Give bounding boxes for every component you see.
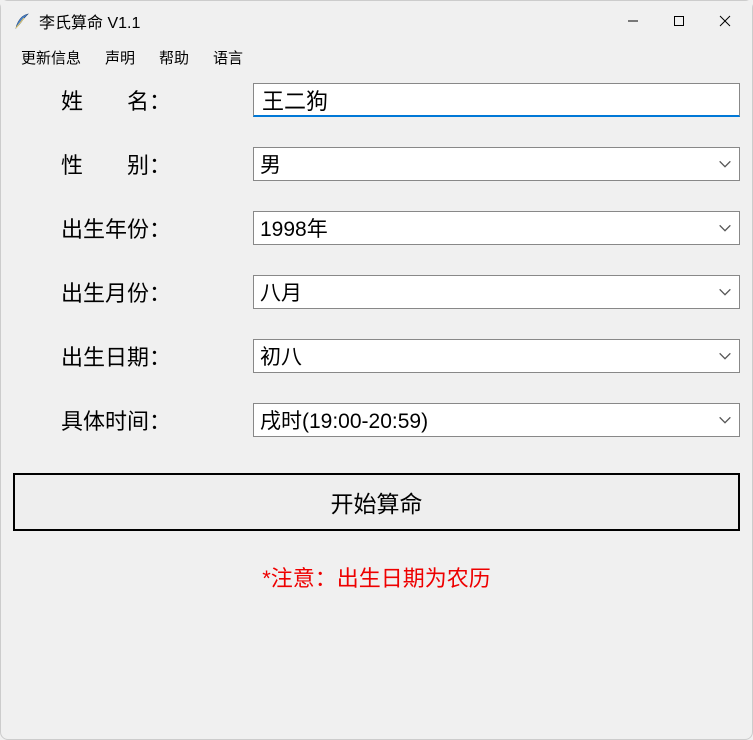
chevron-down-icon <box>717 156 733 172</box>
menu-statement[interactable]: 声明 <box>93 43 147 72</box>
row-name: 姓 名： <box>13 81 740 119</box>
chevron-down-icon <box>717 284 733 300</box>
maximize-button[interactable] <box>656 5 702 37</box>
menubar: 更新信息 声明 帮助 语言 <box>1 41 752 73</box>
row-year: 出生年份： 1998年 <box>13 209 740 247</box>
select-month-value: 八月 <box>260 277 717 307</box>
label-year: 出生年份： <box>13 212 253 244</box>
minimize-button[interactable] <box>610 5 656 37</box>
chevron-down-icon <box>717 348 733 364</box>
label-gender: 性 别： <box>13 148 253 180</box>
row-time: 具体时间： 戌时(19:00-20:59) <box>13 401 740 439</box>
window-controls <box>610 5 748 37</box>
select-year[interactable]: 1998年 <box>253 211 740 245</box>
select-time[interactable]: 戌时(19:00-20:59) <box>253 403 740 437</box>
label-day: 出生日期： <box>13 340 253 372</box>
select-gender-value: 男 <box>260 149 717 179</box>
note-text: *注意：出生日期为农历 <box>13 561 740 593</box>
label-name: 姓 名： <box>13 84 253 116</box>
row-gender: 性 别： 男 <box>13 145 740 183</box>
row-month: 出生月份： 八月 <box>13 273 740 311</box>
select-gender[interactable]: 男 <box>253 147 740 181</box>
menu-language[interactable]: 语言 <box>201 43 255 72</box>
select-month[interactable]: 八月 <box>253 275 740 309</box>
titlebar: 李氏算命 V1.1 <box>1 1 752 41</box>
menu-help[interactable]: 帮助 <box>147 43 201 72</box>
chevron-down-icon <box>717 412 733 428</box>
label-time: 具体时间： <box>13 404 253 436</box>
start-button-label: 开始算命 <box>331 485 423 519</box>
label-month: 出生月份： <box>13 276 253 308</box>
feather-icon <box>13 12 31 30</box>
select-time-value: 戌时(19:00-20:59) <box>260 405 717 435</box>
form-content: 姓 名： 性 别： 男 出生年份： 1998年 出生月份： <box>1 73 752 739</box>
select-day[interactable]: 初八 <box>253 339 740 373</box>
select-year-value: 1998年 <box>260 213 717 243</box>
menu-update[interactable]: 更新信息 <box>9 43 93 72</box>
close-button[interactable] <box>702 5 748 37</box>
window-title: 李氏算命 V1.1 <box>39 9 610 33</box>
input-name[interactable] <box>253 83 740 117</box>
start-button[interactable]: 开始算命 <box>13 473 740 531</box>
row-day: 出生日期： 初八 <box>13 337 740 375</box>
chevron-down-icon <box>717 220 733 236</box>
app-window: 李氏算命 V1.1 更新信息 声明 帮助 语言 姓 名： 性 别： 男 <box>0 0 753 740</box>
select-day-value: 初八 <box>260 341 717 371</box>
